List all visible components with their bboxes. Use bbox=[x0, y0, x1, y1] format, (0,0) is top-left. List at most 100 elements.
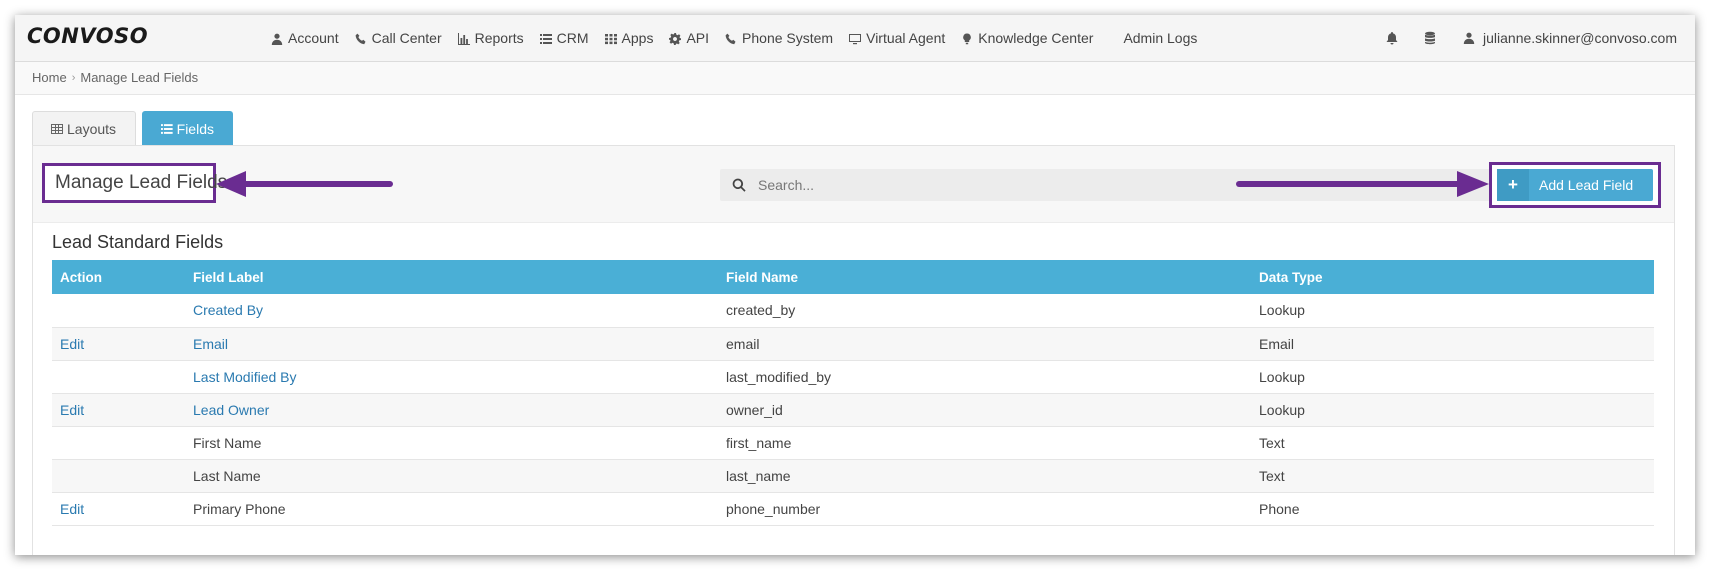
user-menu[interactable]: julianne.skinner@convoso.com bbox=[1463, 30, 1677, 46]
user-email: julianne.skinner@convoso.com bbox=[1483, 30, 1677, 46]
add-lead-field-label: Add Lead Field bbox=[1539, 177, 1634, 193]
chevron-right-icon: › bbox=[71, 71, 76, 84]
field-label-link[interactable]: Email bbox=[193, 336, 228, 352]
nav-call-center[interactable]: Call Center bbox=[355, 15, 458, 61]
field-label: First Name bbox=[193, 434, 262, 451]
tab-fields-label: Fields bbox=[176, 120, 214, 137]
field-name: first_name bbox=[726, 434, 792, 451]
field-name: owner_id bbox=[726, 401, 783, 418]
monitor-icon bbox=[849, 32, 863, 45]
edit-link[interactable]: Edit bbox=[60, 336, 84, 352]
nav-reports-label: Reports bbox=[474, 30, 524, 46]
bar-chart-icon bbox=[457, 32, 472, 45]
bell-icon[interactable] bbox=[1385, 31, 1399, 45]
table-row: Edit Primary Phone phone_number Phone bbox=[52, 492, 1654, 525]
lead-fields-table: Action Field Label Field Name Data Type … bbox=[52, 260, 1654, 526]
field-name: phone_number bbox=[726, 500, 821, 517]
nav-admin-logs[interactable]: Admin Logs bbox=[1109, 15, 1213, 61]
data-type: Phone bbox=[1259, 500, 1300, 517]
add-button-highlight: + Add Lead Field bbox=[1489, 162, 1661, 208]
phone-icon bbox=[725, 32, 739, 45]
row-action bbox=[52, 426, 185, 459]
database-icon[interactable] bbox=[1423, 31, 1437, 45]
user-icon bbox=[1463, 32, 1475, 44]
nav-knowledge-center-label: Knowledge Center bbox=[978, 30, 1094, 46]
search-icon bbox=[732, 178, 746, 192]
section-title: Lead Standard Fields bbox=[52, 232, 224, 252]
field-label-link[interactable]: Created By bbox=[193, 302, 263, 318]
table-row: Last Modified By last_modified_by Lookup bbox=[52, 360, 1654, 393]
row-action bbox=[52, 294, 185, 327]
nav-account-label: Account bbox=[288, 30, 339, 46]
fields-panel: Manage Lead Fields + Add Lead Field bbox=[32, 145, 1675, 555]
column-header-data-type: Data Type bbox=[1259, 269, 1323, 285]
column-header-action: Action bbox=[60, 269, 102, 285]
data-type: Text bbox=[1259, 467, 1285, 484]
nav-api-label: API bbox=[686, 30, 710, 46]
app-window: CONVOSO Account Call Center Reports CRM … bbox=[15, 15, 1695, 555]
table-row: Edit Lead Owner owner_id Lookup bbox=[52, 393, 1654, 426]
row-action bbox=[52, 459, 185, 492]
edit-link[interactable]: Edit bbox=[60, 501, 84, 517]
nav-call-center-label: Call Center bbox=[371, 30, 442, 46]
field-name: email bbox=[726, 335, 760, 352]
nav-admin-logs-label: Admin Logs bbox=[1123, 30, 1198, 46]
row-action bbox=[52, 360, 185, 393]
data-type: Lookup bbox=[1259, 368, 1305, 385]
nav-account[interactable]: Account bbox=[271, 15, 355, 61]
data-type: Text bbox=[1259, 434, 1285, 451]
convoso-logo[interactable]: CONVOSO bbox=[27, 24, 148, 48]
page-title: Manage Lead Fields bbox=[42, 163, 227, 203]
phone-icon bbox=[355, 32, 369, 45]
plus-icon: + bbox=[1497, 169, 1529, 201]
edit-link[interactable]: Edit bbox=[60, 402, 84, 418]
panel-header: Manage Lead Fields + Add Lead Field bbox=[33, 146, 1674, 223]
list-icon bbox=[539, 32, 554, 44]
nav-crm-label: CRM bbox=[556, 30, 589, 46]
field-name: last_name bbox=[726, 467, 791, 484]
table-row: Edit Email email Email bbox=[52, 327, 1654, 360]
grid-icon bbox=[604, 32, 619, 45]
tab-layouts[interactable]: Layouts bbox=[32, 111, 136, 145]
tab-fields[interactable]: Fields bbox=[142, 111, 233, 145]
data-type: Email bbox=[1259, 335, 1295, 352]
nav-apps[interactable]: Apps bbox=[604, 15, 670, 61]
column-header-field-label: Field Label bbox=[193, 269, 264, 285]
breadcrumb-current: Manage Lead Fields bbox=[80, 70, 199, 85]
column-header-field-name: Field Name bbox=[726, 269, 799, 285]
nav-knowledge-center[interactable]: Knowledge Center bbox=[961, 15, 1109, 61]
user-icon bbox=[271, 32, 285, 45]
table-icon bbox=[51, 123, 63, 134]
data-type: Lookup bbox=[1259, 401, 1305, 418]
lightbulb-icon bbox=[961, 32, 975, 45]
gear-icon bbox=[669, 32, 683, 45]
data-type: Lookup bbox=[1259, 302, 1305, 319]
nav-virtual-agent-label: Virtual Agent bbox=[866, 30, 946, 46]
table-header-row: Action Field Label Field Name Data Type bbox=[52, 260, 1654, 294]
breadcrumb-home[interactable]: Home bbox=[32, 70, 67, 85]
field-name: created_by bbox=[726, 302, 796, 319]
field-label-link[interactable]: Lead Owner bbox=[193, 402, 269, 418]
field-name: last_modified_by bbox=[726, 368, 832, 385]
nav-api[interactable]: API bbox=[669, 15, 725, 61]
table-row: Last Name last_name Text bbox=[52, 459, 1654, 492]
page-title-text: Manage Lead Fields bbox=[55, 172, 228, 193]
nav-virtual-agent[interactable]: Virtual Agent bbox=[849, 15, 961, 61]
top-nav: CONVOSO Account Call Center Reports CRM … bbox=[15, 15, 1695, 62]
table-row: Created By created_by Lookup bbox=[52, 294, 1654, 327]
nav-phone-system-label: Phone System bbox=[742, 30, 834, 46]
field-label: Last Name bbox=[193, 467, 261, 484]
add-lead-field-button[interactable]: + Add Lead Field bbox=[1497, 169, 1653, 201]
annotation-arrow-right bbox=[1236, 171, 1489, 197]
nav-apps-label: Apps bbox=[621, 30, 654, 46]
annotation-arrow-left bbox=[216, 171, 393, 197]
nav-phone-system[interactable]: Phone System bbox=[725, 15, 849, 61]
field-label: Primary Phone bbox=[193, 500, 286, 517]
list-icon bbox=[161, 123, 173, 134]
nav-reports[interactable]: Reports bbox=[457, 15, 540, 61]
breadcrumb: Home › Manage Lead Fields bbox=[15, 62, 1695, 95]
tab-layouts-label: Layouts bbox=[67, 120, 117, 137]
nav-menu: Account Call Center Reports CRM Apps API bbox=[271, 15, 1213, 61]
nav-crm[interactable]: CRM bbox=[539, 15, 605, 61]
field-label-link[interactable]: Last Modified By bbox=[193, 369, 297, 385]
